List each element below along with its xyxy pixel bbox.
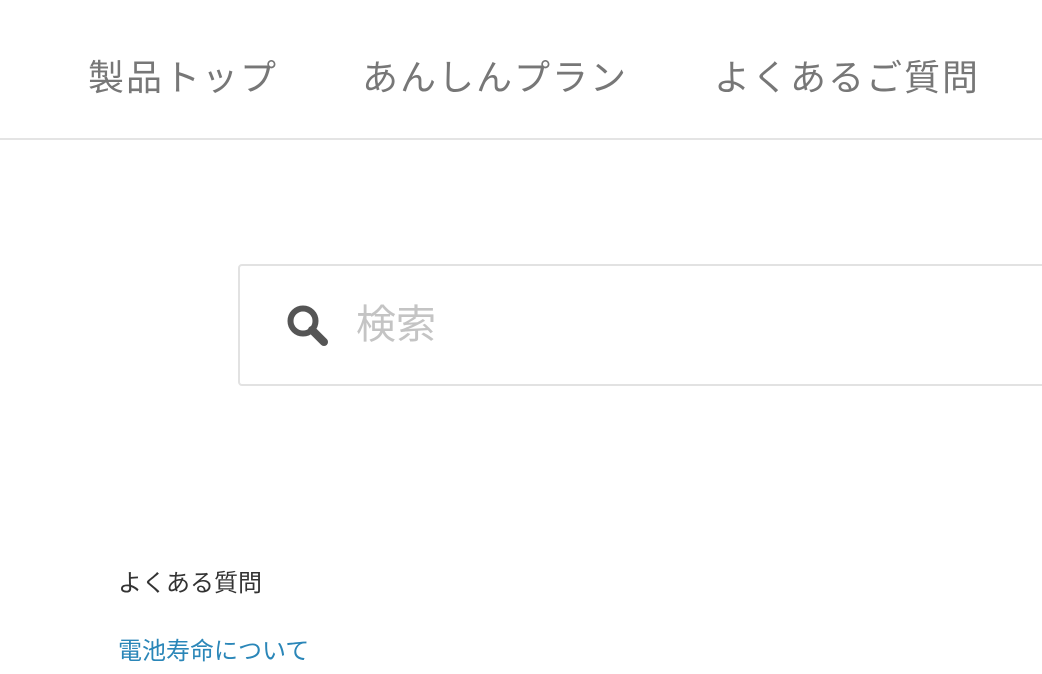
search-box[interactable] — [238, 264, 1042, 386]
nav-item-anshin-plan[interactable]: あんしんプラン — [362, 56, 628, 102]
top-navigation: 製品トップ あんしんプラン よくあるご質問 — [0, 0, 1042, 140]
search-icon[interactable] — [284, 302, 332, 350]
faq-section-title: よくある質問 — [118, 569, 262, 597]
faq-link-battery-life[interactable]: 電池寿命について — [118, 634, 309, 668]
nav-item-faq[interactable]: よくあるご質問 — [714, 56, 980, 102]
nav-item-product-top[interactable]: 製品トップ — [88, 56, 278, 102]
search-input[interactable] — [356, 294, 956, 356]
page: 製品トップ あんしんプラン よくあるご質問 よくある質問 電池寿命について — [0, 0, 1042, 674]
